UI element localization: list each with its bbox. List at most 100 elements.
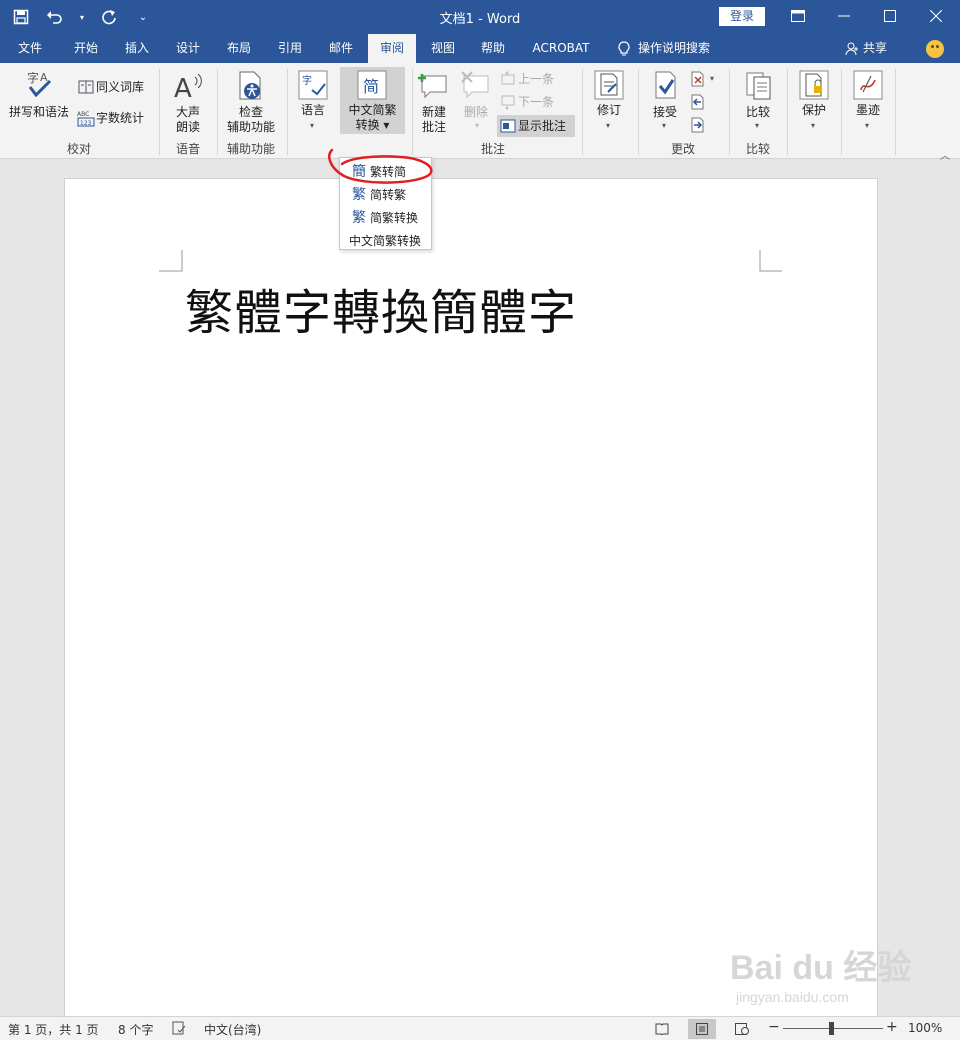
menu-item-label: 中文简繁转换 [349, 234, 422, 248]
group-divider [841, 69, 842, 155]
chinese-conversion-label-1: 中文简繁 [348, 103, 397, 117]
chinese-conversion-button[interactable]: 中文简繁 转换 ▾ [340, 103, 405, 133]
delete-comment-button[interactable]: 删除 [460, 105, 492, 120]
group-divider [638, 69, 639, 155]
page-corner-mark-right [759, 250, 782, 272]
tab-insert[interactable]: 插入 [114, 34, 160, 63]
new-comment-icon [418, 74, 447, 99]
accept-dropdown-icon: ▾ [662, 121, 667, 130]
web-layout-icon[interactable] [728, 1019, 756, 1039]
language-status[interactable]: 中文(台湾) [204, 1021, 261, 1038]
group-divider [287, 69, 288, 155]
read-mode-icon[interactable] [648, 1019, 676, 1039]
previous-comment-button[interactable]: 上一条 [518, 72, 554, 87]
red-annotation-circle [328, 148, 433, 184]
page-count[interactable]: 第 1 页，共 1 页 [8, 1021, 99, 1038]
protect-icon [799, 70, 829, 100]
accept-button[interactable]: 接受 [646, 105, 684, 120]
feedback-smiley-icon[interactable] [926, 40, 944, 58]
watermark-main: Bai du 经验 [730, 949, 912, 987]
comments-group-label: 批注 [480, 142, 505, 156]
tab-references[interactable]: 引用 [267, 34, 313, 63]
baidu-jingyan-watermark: Bai du 经验 jingyan.baidu.com [730, 940, 911, 1005]
protect-button[interactable]: 保护 [795, 103, 833, 118]
tab-mailings[interactable]: 邮件 [318, 34, 364, 63]
proofing-group-label: 校对 [66, 142, 91, 156]
read-aloud-button[interactable]: 大声 朗读 [168, 105, 208, 135]
new-comment-label-2: 批注 [421, 120, 446, 134]
menu-item-label: 简转繁 [370, 188, 407, 202]
next-change-icon[interactable] [690, 117, 706, 133]
close-icon[interactable] [913, 0, 959, 32]
group-divider [217, 69, 218, 155]
accessibility-group-label: 辅助功能 [226, 142, 275, 156]
document-text[interactable]: 繁體字轉換簡體字 [185, 273, 577, 343]
tab-acrobat[interactable]: ACROBAT [524, 34, 598, 63]
menu-item-chinese-conversion[interactable]: 中文简繁转换 [340, 229, 431, 252]
compare-dropdown-icon: ▾ [755, 121, 760, 130]
compare-group-label: 比较 [745, 142, 770, 156]
share-label: 共享 [863, 41, 888, 55]
tab-file[interactable]: 文件 [8, 34, 52, 63]
lightbulb-icon [618, 40, 630, 55]
check-accessibility-button[interactable]: 检查 辅助功能 [222, 105, 280, 135]
show-comments-icon [500, 119, 516, 133]
group-divider [159, 69, 160, 155]
menu-item-conversion[interactable]: 繁 简繁转换 [340, 206, 431, 229]
share-button[interactable]: 共享 [845, 34, 887, 63]
language-dropdown-icon: ▾ [310, 121, 315, 130]
group-divider [729, 69, 730, 155]
next-comment-button[interactable]: 下一条 [518, 95, 554, 110]
changes-group-label: 更改 [670, 142, 695, 156]
tab-review[interactable]: 审阅 [368, 34, 416, 63]
svg-text:字: 字 [302, 74, 312, 87]
maximize-icon[interactable] [867, 0, 913, 32]
tell-me-label: 操作说明搜索 [638, 41, 711, 55]
tell-me-search[interactable]: 操作说明搜索 [618, 34, 710, 63]
show-comments-button[interactable]: 显示批注 [518, 119, 566, 134]
word-count-button[interactable]: 字数统计 [96, 111, 144, 126]
new-comment-button[interactable]: 新建 批注 [416, 105, 452, 135]
ink-button[interactable]: 墨迹 [849, 103, 887, 118]
zoom-level[interactable]: 100% [908, 1021, 942, 1035]
collapse-ribbon-icon[interactable]: ︿ [940, 147, 950, 162]
language-button[interactable]: 语言 [294, 103, 332, 118]
ribbon-tab-bar: 文件 开始 插入 设计 布局 引用 邮件 审阅 视图 帮助 ACROBAT 操作… [0, 34, 960, 63]
ribbon-display-options-icon[interactable] [775, 0, 821, 32]
tab-view[interactable]: 视图 [420, 34, 466, 63]
minimize-icon[interactable] [821, 0, 867, 32]
login-button[interactable]: 登录 [719, 7, 765, 26]
chinese-conversion-icon: 简 [357, 70, 387, 100]
chinese-conversion-label-2-text: 转换 [355, 118, 380, 132]
watermark-url: jingyan.baidu.com [736, 989, 849, 1005]
svg-text:ABC: ABC [77, 111, 89, 118]
track-changes-button[interactable]: 修订 [590, 103, 628, 118]
word-count-icon: ABC 123 [77, 111, 95, 127]
thesaurus-button[interactable]: 同义词库 [96, 80, 144, 95]
check-accessibility-label-1: 检查 [238, 105, 263, 119]
reject-dropdown-icon[interactable]: ▾ [710, 74, 714, 83]
check-accessibility-label-2: 辅助功能 [226, 120, 275, 134]
proofing-status-icon[interactable] [172, 1021, 186, 1035]
chinese-conversion-label-2: 转换 ▾ [355, 118, 390, 132]
previous-comment-icon [501, 71, 515, 85]
zoom-slider-thumb[interactable] [829, 1022, 834, 1035]
spelling-grammar-button[interactable]: 拼写和语法 [6, 105, 72, 120]
previous-change-icon[interactable] [690, 94, 706, 110]
tab-home[interactable]: 开始 [62, 34, 110, 63]
tab-design[interactable]: 设计 [165, 34, 211, 63]
simp-to-trad-icon: 繁 [352, 186, 366, 203]
word-count[interactable]: 8 个字 [118, 1021, 153, 1038]
group-divider [787, 69, 788, 155]
compare-button[interactable]: 比较 [739, 105, 777, 120]
group-divider [582, 69, 583, 155]
protect-dropdown-icon: ▾ [811, 121, 816, 130]
zoom-out-button[interactable]: − [768, 1019, 780, 1035]
tab-layout[interactable]: 布局 [216, 34, 262, 63]
compare-icon [746, 72, 771, 100]
menu-item-simplified-to-traditional[interactable]: 繁 简转繁 [340, 183, 431, 206]
print-layout-icon[interactable] [688, 1019, 716, 1039]
zoom-in-button[interactable]: + [886, 1019, 898, 1035]
thesaurus-icon [78, 80, 94, 94]
tab-help[interactable]: 帮助 [470, 34, 516, 63]
